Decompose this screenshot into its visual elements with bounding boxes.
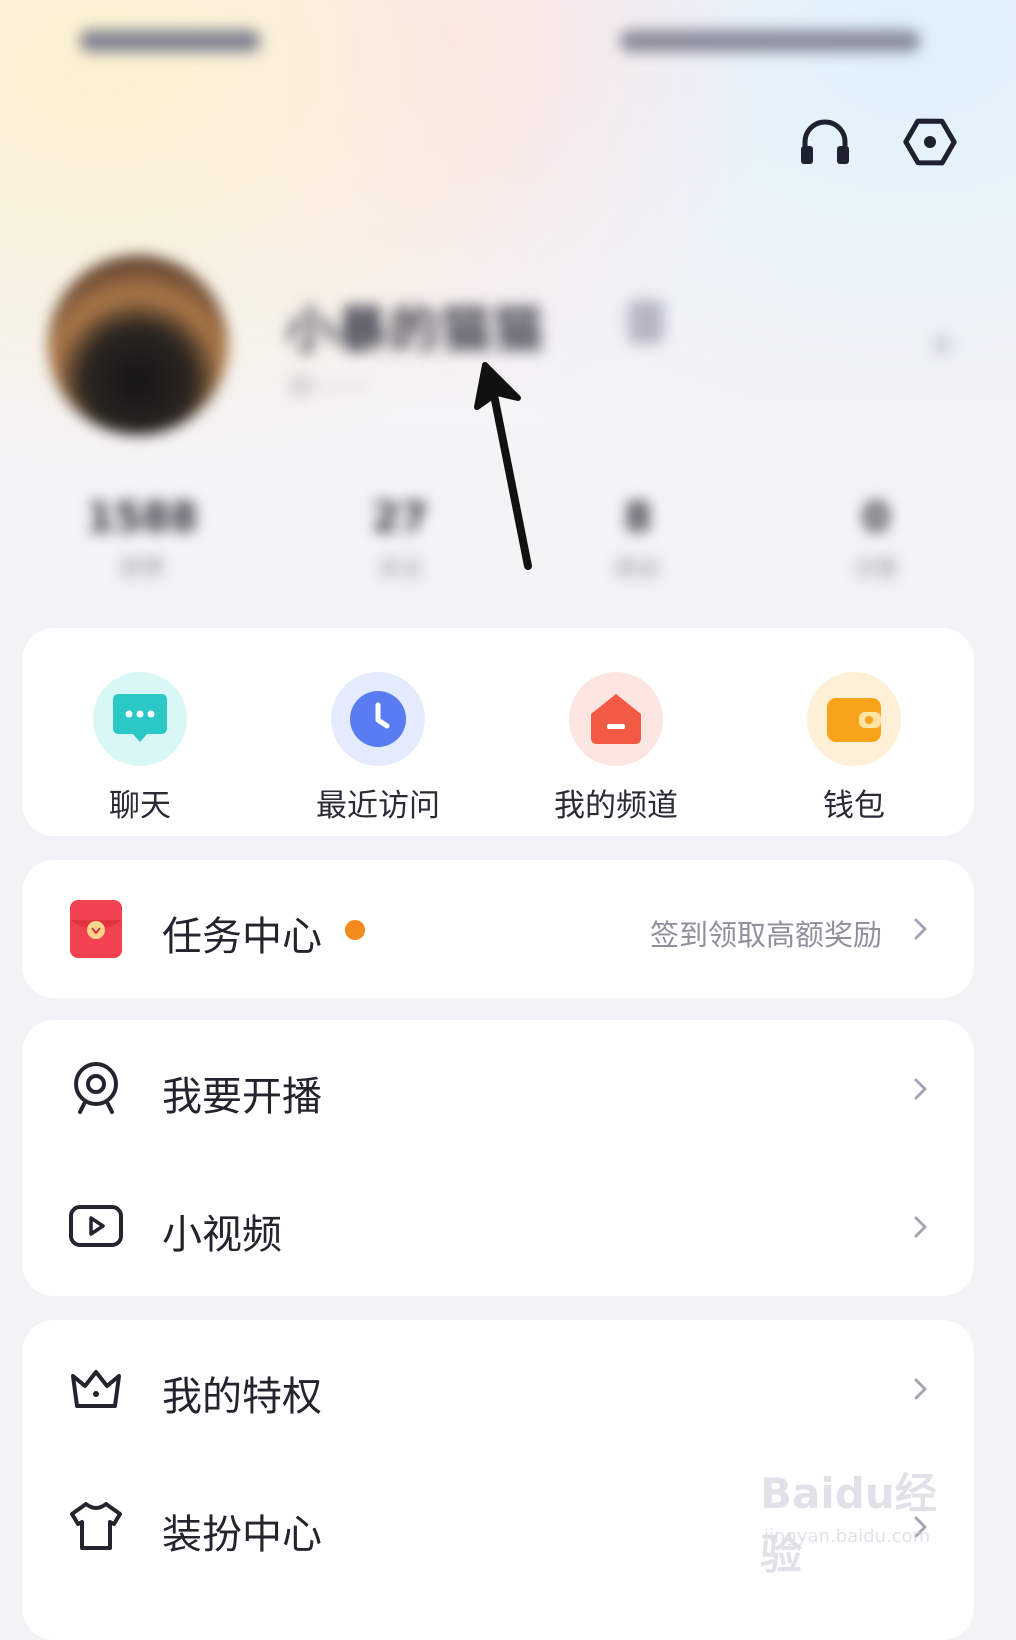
headset-icon[interactable] (795, 112, 855, 172)
clock-icon (350, 691, 406, 747)
menu-row-label: 我的特权 (162, 1374, 322, 1420)
quick-action-label: 聊天 (109, 788, 171, 824)
status-indicators (620, 30, 920, 52)
tshirt-icon (70, 1502, 122, 1550)
username[interactable]: 小暴的猫猫 (285, 290, 545, 362)
avatar[interactable] (48, 255, 228, 435)
menu-row-label: 小视频 (162, 1212, 282, 1258)
chevron-right-icon (914, 1078, 927, 1100)
watermark-site: jingyan.baidu.com (764, 1526, 931, 1547)
live-camera-icon (74, 1062, 118, 1114)
task-center-hint: 签到领取高额奖励 (649, 918, 882, 952)
baidu-watermark: Baidu经验 jingyan.baidu.com (760, 1460, 960, 1579)
menu-row-go-live[interactable]: 我要开播 (22, 1020, 974, 1158)
house-icon (591, 694, 641, 744)
user-id-line: ID ······· (290, 375, 370, 400)
task-center-card: 任务中心 签到领取高额奖励 (22, 860, 974, 998)
wallet-icon-bg (807, 672, 901, 766)
notification-dot (345, 920, 365, 940)
quick-action-recent[interactable]: 最近访问 (278, 628, 478, 836)
stat-value: 1588 (86, 495, 198, 541)
stat-item[interactable]: 27 关注 (300, 495, 500, 583)
quick-action-chat[interactable]: 聊天 (40, 628, 240, 836)
quick-action-wallet[interactable]: 钱包 (754, 628, 954, 836)
hexagon-settings-icon[interactable] (900, 112, 960, 172)
stat-item[interactable]: 8 粉丝 (538, 495, 738, 583)
menu-group-live: 我要开播 小视频 (22, 1020, 974, 1296)
stat-label: 获赞 (119, 557, 164, 582)
wallet-icon (827, 698, 881, 742)
stat-value: 27 (372, 495, 428, 541)
stat-item[interactable]: 0 访客 (776, 495, 976, 583)
quick-actions-card: 聊天 最近访问 我的频道 钱包 (22, 628, 974, 836)
crown-icon (71, 1370, 121, 1408)
menu-row-short-video[interactable]: 小视频 (22, 1158, 974, 1296)
edit-profile-button[interactable] (628, 300, 664, 344)
chevron-right-icon (914, 1378, 927, 1400)
menu-row-privileges[interactable]: 我的特权 (22, 1320, 974, 1458)
quick-action-label: 我的频道 (554, 788, 678, 824)
chat-icon-bg (93, 672, 187, 766)
stat-item[interactable]: 1588 获赞 (42, 495, 242, 583)
chevron-right-icon (914, 1216, 927, 1238)
house-icon-bg (569, 672, 663, 766)
status-bar (70, 22, 930, 58)
profile-chevron-icon[interactable] (932, 335, 952, 355)
red-envelope-icon (70, 900, 122, 958)
quick-action-label: 钱包 (823, 788, 885, 824)
stats-row: 1588 获赞 27 关注 8 粉丝 0 访客 (0, 495, 1016, 595)
menu-row-label: 我要开播 (162, 1074, 322, 1120)
quick-action-label: 最近访问 (316, 788, 440, 824)
task-center-row[interactable]: 任务中心 签到领取高额奖励 (22, 860, 974, 998)
watermark-logo: Baidu经验 (760, 1469, 937, 1579)
video-play-icon (69, 1205, 123, 1247)
chevron-right-icon (914, 918, 927, 940)
clock-icon-bg (331, 672, 425, 766)
stat-value: 0 (862, 495, 890, 541)
task-center-label: 任务中心 (162, 914, 322, 960)
stat-value: 8 (624, 495, 652, 541)
stat-label: 粉丝 (615, 557, 660, 582)
chat-bubble-icon (113, 694, 167, 742)
status-time (80, 30, 260, 52)
quick-action-my-channel[interactable]: 我的频道 (516, 628, 716, 836)
menu-row-label: 装扮中心 (162, 1512, 322, 1558)
stat-label: 关注 (377, 557, 422, 582)
stat-label: 访客 (853, 557, 898, 582)
